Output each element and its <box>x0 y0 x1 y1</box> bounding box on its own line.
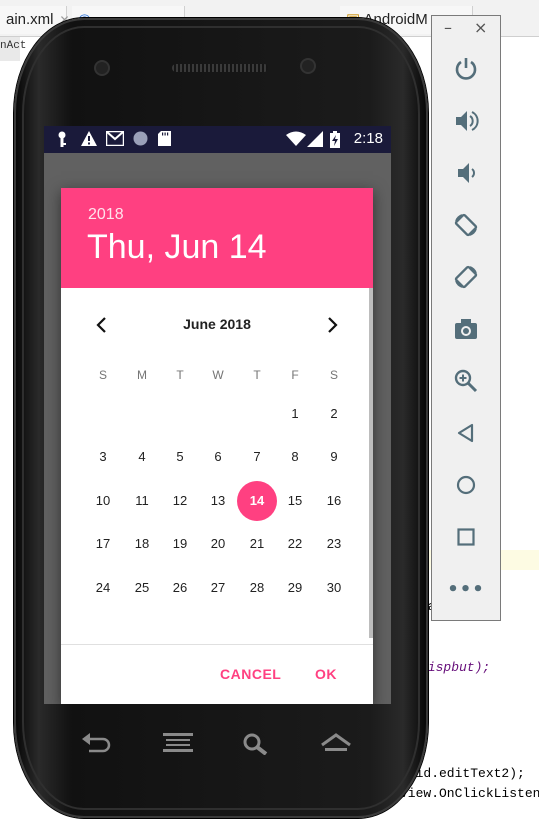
battery-icon <box>330 131 340 148</box>
emulator-toolbar-titlebar: – × <box>432 16 500 44</box>
search-key-icon[interactable] <box>236 733 276 761</box>
calendar-day[interactable]: 22 <box>275 524 315 564</box>
code-fragment: dispbut); <box>420 660 491 675</box>
sync-icon <box>133 131 148 148</box>
device-screen: 2:18 2018 Thu, Jun 14 June 2018 SMTWTFS … <box>44 126 391 704</box>
home-icon <box>456 475 476 495</box>
next-month-button[interactable] <box>320 314 344 336</box>
weekday-label: F <box>291 368 299 382</box>
weekday-label: W <box>212 368 224 382</box>
calendar-day[interactable]: 9 <box>314 437 354 477</box>
calendar-day[interactable]: 26 <box>160 568 200 608</box>
calendar-day[interactable]: 12 <box>160 481 200 521</box>
calendar-day[interactable]: 18 <box>122 524 162 564</box>
minimize-button[interactable]: – <box>444 18 452 37</box>
calendar-day[interactable]: 27 <box>198 568 238 608</box>
calendar-day[interactable]: 17 <box>83 524 123 564</box>
calendar-day[interactable]: 1 <box>275 394 315 434</box>
screenshot-button[interactable] <box>448 311 484 347</box>
menu-key-icon[interactable] <box>158 733 198 759</box>
gmail-icon <box>105 130 125 148</box>
weekday-label: M <box>137 368 147 382</box>
phone-frame: 2:18 2018 Thu, Jun 14 June 2018 SMTWTFS … <box>14 18 428 818</box>
cancel-button[interactable]: CANCEL <box>220 666 281 682</box>
ide-tab-label: ain.xml <box>6 11 54 28</box>
sensor-icon <box>96 62 108 74</box>
calendar-day-selected[interactable]: 14 <box>237 481 277 521</box>
calendar-day[interactable]: 4 <box>122 437 162 477</box>
calendar-day[interactable]: 3 <box>83 437 123 477</box>
dialog-divider <box>61 644 373 645</box>
overview-icon <box>457 528 475 546</box>
rotate-right-button[interactable] <box>448 259 484 295</box>
calendar-day[interactable]: 15 <box>275 481 315 521</box>
ok-button[interactable]: OK <box>315 666 337 682</box>
calendar-day[interactable]: 6 <box>198 437 238 477</box>
volume-up-button[interactable] <box>448 103 484 139</box>
power-icon <box>455 58 477 80</box>
calendar-day[interactable]: 24 <box>83 568 123 608</box>
key-icon <box>56 131 68 148</box>
month-navigation: June 2018 <box>61 314 373 336</box>
calendar-day[interactable]: 7 <box>237 437 277 477</box>
signal-icon <box>307 131 323 148</box>
wifi-icon <box>286 131 306 148</box>
weekday-label: S <box>329 368 338 382</box>
date-picker-header: 2018 Thu, Jun 14 <box>61 188 373 288</box>
rotate-left-icon <box>454 213 478 237</box>
emulator-toolbar: – × ••• <box>431 15 501 621</box>
close-button[interactable]: × <box>474 18 487 37</box>
overview-button[interactable] <box>448 519 484 555</box>
chevron-right-icon <box>328 317 338 333</box>
volume-down-button[interactable] <box>448 155 484 191</box>
back-key-icon[interactable] <box>76 733 116 759</box>
weekday-label: T <box>253 368 261 382</box>
warning-icon <box>81 131 97 148</box>
earpiece-speaker <box>172 64 268 72</box>
home-button[interactable] <box>448 467 484 503</box>
year-selector[interactable]: 2018 <box>88 206 124 224</box>
date-picker-dialog: 2018 Thu, Jun 14 June 2018 SMTWTFS 12345… <box>61 188 373 704</box>
calendar-day[interactable]: 30 <box>314 568 354 608</box>
calendar-day[interactable]: 29 <box>275 568 315 608</box>
clock: 2:18 <box>353 130 383 147</box>
calendar-day[interactable]: 8 <box>275 437 315 477</box>
calendar-day[interactable]: 11 <box>122 481 162 521</box>
calendar-day[interactable]: 13 <box>198 481 238 521</box>
weekday-label: S <box>98 368 107 382</box>
volume-up-icon <box>456 111 479 131</box>
calendar-day[interactable]: 25 <box>122 568 162 608</box>
calendar-day[interactable]: 5 <box>160 437 200 477</box>
more-button[interactable]: ••• <box>447 571 485 607</box>
home-key-icon[interactable] <box>316 733 356 759</box>
sdcard-icon <box>158 131 171 148</box>
calendar-day[interactable]: 2 <box>314 394 354 434</box>
status-bar: 2:18 <box>44 126 391 153</box>
rotate-right-icon <box>454 265 478 289</box>
calendar-day[interactable]: 28 <box>237 568 277 608</box>
calendar-day[interactable]: 21 <box>237 524 277 564</box>
rotate-left-button[interactable] <box>448 207 484 243</box>
calendar-day[interactable]: 20 <box>198 524 238 564</box>
calendar-day[interactable]: 16 <box>314 481 354 521</box>
camera-icon <box>455 319 477 339</box>
front-camera-icon <box>302 60 314 72</box>
selected-date-label[interactable]: Thu, Jun 14 <box>87 228 267 267</box>
power-button[interactable] <box>448 51 484 87</box>
scrollbar[interactable] <box>369 288 373 638</box>
more-icon: ••• <box>447 578 485 600</box>
back-icon <box>457 423 474 443</box>
calendar-day[interactable]: 19 <box>160 524 200 564</box>
volume-down-icon <box>458 163 475 183</box>
weekday-label: T <box>176 368 184 382</box>
back-button[interactable] <box>448 415 484 451</box>
calendar-day[interactable]: 23 <box>314 524 354 564</box>
ide-subtab-label: nAct <box>0 40 27 52</box>
calendar-day[interactable]: 10 <box>83 481 123 521</box>
zoom-icon <box>454 369 478 393</box>
code-fragment: View.OnClickListene <box>400 786 539 801</box>
zoom-button[interactable] <box>448 363 484 399</box>
